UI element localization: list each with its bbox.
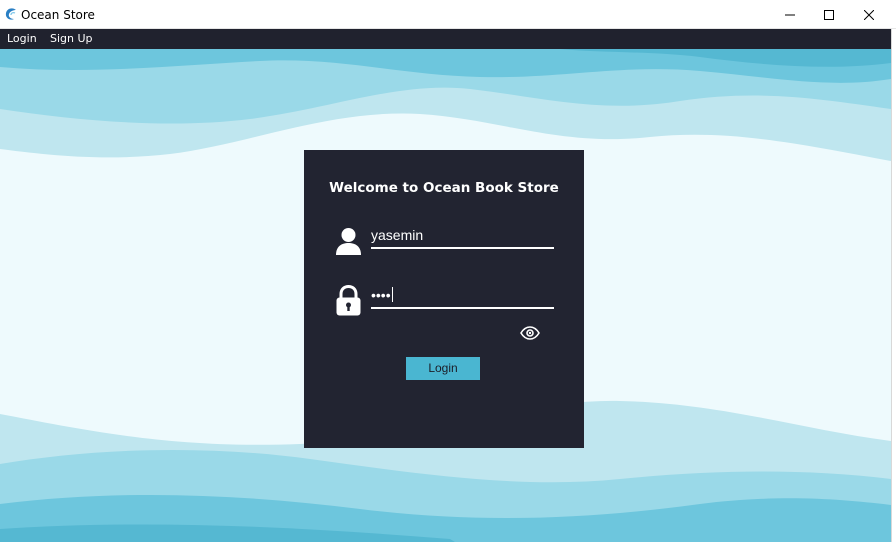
username-field[interactable]: yasemin — [371, 225, 554, 249]
window-title: Ocean Store — [21, 8, 95, 22]
minimize-icon — [785, 14, 795, 15]
window-border — [891, 29, 896, 542]
text-cursor — [391, 287, 393, 302]
lock-icon — [336, 285, 361, 316]
login-button[interactable]: Login — [406, 357, 480, 380]
menu-bar: Login Sign Up — [0, 29, 891, 49]
password-field[interactable]: •••• — [371, 285, 554, 309]
username-value: yasemin — [371, 227, 424, 243]
close-icon — [864, 9, 874, 20]
eye-icon[interactable] — [520, 326, 540, 340]
ocean-wave-icon — [5, 8, 17, 20]
user-icon — [336, 228, 361, 255]
close-button[interactable] — [850, 0, 888, 29]
password-value: •••• — [371, 287, 393, 303]
maximize-icon — [824, 9, 834, 20]
main-content: Welcome to Ocean Book Store yasemin ••••… — [0, 49, 891, 542]
maximize-button[interactable] — [810, 0, 848, 29]
window-titlebar: Ocean Store — [0, 0, 896, 29]
minimize-button[interactable] — [771, 0, 809, 29]
menu-item-login[interactable]: Login — [7, 32, 37, 45]
login-card: Welcome to Ocean Book Store yasemin ••••… — [304, 150, 584, 448]
welcome-heading: Welcome to Ocean Book Store — [329, 180, 559, 196]
menu-item-sign-up[interactable]: Sign Up — [50, 32, 93, 45]
